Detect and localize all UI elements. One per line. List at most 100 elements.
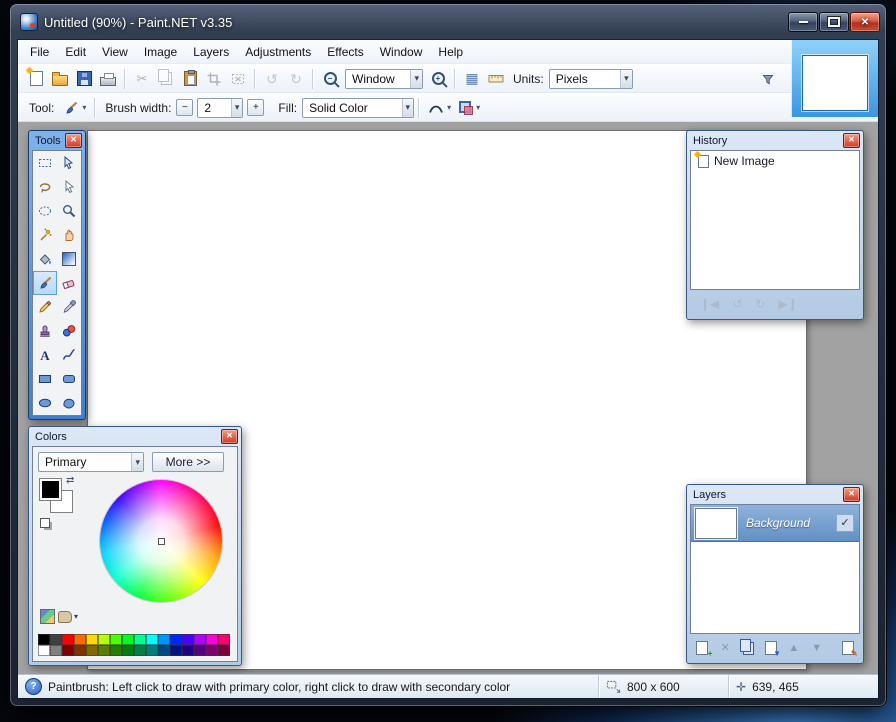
tool-line-curve[interactable] [57,343,81,367]
history-undo-button[interactable]: ↺ [732,298,742,310]
palette-swatch[interactable] [74,645,86,656]
menu-item-edit[interactable]: Edit [57,42,94,62]
palette-swatch[interactable] [122,645,134,656]
palette-swatch[interactable] [206,645,218,656]
more-button[interactable]: More >> [152,452,224,472]
copy-button[interactable] [154,68,178,90]
crop-button[interactable] [202,68,226,90]
tool-move-selected-pixels[interactable] [57,151,81,175]
palette-swatch[interactable] [50,645,62,656]
palette-swatch[interactable] [38,634,50,645]
palette-swatch[interactable] [182,634,194,645]
palette-menu-button[interactable]: ▾ [58,611,78,623]
history-fast-forward-button[interactable]: ▶❙ [778,298,797,310]
tool-paintbrush[interactable] [33,271,57,295]
palette-swatch[interactable] [206,634,218,645]
delete-layer-button[interactable]: ✕ [718,640,733,656]
menu-item-layers[interactable]: Layers [185,42,237,62]
move-layer-down-button[interactable]: ▼ [809,640,824,656]
palette-swatch[interactable] [134,645,146,656]
history-item-new-image[interactable]: New Image [691,151,859,171]
palette-swatch[interactable] [146,634,158,645]
color-target-select[interactable]: Primary▾ [38,452,144,472]
palette-swatch[interactable] [110,645,122,656]
print-button[interactable] [96,68,120,90]
tool-lasso-select[interactable] [33,175,57,199]
tools-palette-close-button[interactable]: ✕ [65,133,82,148]
zoom-out-button[interactable]: − [318,68,342,90]
open-button[interactable] [48,68,72,90]
tool-rounded-rectangle[interactable] [57,367,81,391]
ruler-toggle-button[interactable] [484,68,508,90]
units-select[interactable]: Pixels▾ [549,69,633,89]
cut-button[interactable]: ✂ [130,68,154,90]
zoom-in-button[interactable]: + [426,68,450,90]
move-layer-up-button[interactable]: ▲ [786,640,801,656]
tool-pan[interactable] [57,223,81,247]
add-layer-button[interactable]: + [695,640,710,656]
palette-swatch[interactable] [110,634,122,645]
tool-rectangle[interactable] [33,367,57,391]
menu-item-file[interactable]: File [22,42,57,62]
menu-item-effects[interactable]: Effects [319,42,371,62]
undo-button[interactable]: ↺ [260,68,284,90]
duplicate-layer-button[interactable] [741,640,756,656]
menu-item-image[interactable]: Image [136,42,185,62]
palette-swatch[interactable] [182,645,194,656]
palette-swatch[interactable] [62,634,74,645]
tool-select[interactable]: ▾ [59,97,90,119]
history-redo-button[interactable]: ↻ [755,298,765,310]
palette-swatch[interactable] [146,645,158,656]
brush-width-increase-button[interactable]: + [247,99,264,116]
color-wheel[interactable] [100,480,222,602]
palette-swatch[interactable] [170,645,182,656]
menu-item-adjustments[interactable]: Adjustments [237,42,319,62]
paste-button[interactable] [178,68,202,90]
palette-swatch[interactable] [86,634,98,645]
primary-color-swatch[interactable] [39,478,62,501]
redo-button[interactable]: ↻ [284,68,308,90]
menu-item-view[interactable]: View [94,42,136,62]
palette-swatch[interactable] [218,645,230,656]
colors-palette-close-button[interactable]: ✕ [221,429,238,444]
tool-eraser[interactable] [57,271,81,295]
history-rewind-button[interactable]: ❙◀ [700,298,719,310]
palette-swatch[interactable] [158,634,170,645]
swap-colors-icon[interactable]: ⇄ [66,475,74,486]
tool-freeform-shape[interactable] [57,391,81,415]
maximize-button[interactable] [819,12,849,32]
palette-swatch[interactable] [122,634,134,645]
tool-zoom[interactable] [57,199,81,223]
palette-swatch[interactable] [86,645,98,656]
tool-paint-bucket[interactable] [33,247,57,271]
palette-swatch[interactable] [98,645,110,656]
tool-color-picker[interactable] [57,295,81,319]
brush-width-select[interactable]: 2▾ [197,98,243,118]
palette-swatch[interactable] [98,634,110,645]
palette-swatch[interactable] [50,634,62,645]
palette-swatch[interactable] [194,645,206,656]
minimize-button[interactable] [788,12,818,32]
palette-swatch[interactable] [158,645,170,656]
layers-palette-close-button[interactable]: ✕ [843,487,860,502]
palette-swatch[interactable] [134,634,146,645]
image-thumbnail[interactable] [802,55,868,111]
history-palette-close-button[interactable]: ✕ [843,133,860,148]
tool-ellipse-select[interactable] [33,199,57,223]
titlebar[interactable]: Untitled (90%) - Paint.NET v3.35 ✕ [10,4,886,38]
menu-item-window[interactable]: Window [372,42,431,62]
menu-item-help[interactable]: Help [430,42,471,62]
palette-swatch[interactable] [170,634,182,645]
tool-move-selection[interactable] [57,175,81,199]
layer-visibility-checkbox[interactable]: ✓ [836,514,854,532]
tool-clone-stamp[interactable] [33,319,57,343]
reset-colors-icon[interactable] [40,518,50,528]
palette-swatch[interactable] [218,634,230,645]
close-button[interactable]: ✕ [850,12,880,32]
tool-gradient[interactable] [57,247,81,271]
palette-swatch[interactable] [38,645,50,656]
antialiasing-select[interactable]: ▾ [424,97,455,119]
zoom-mode-select[interactable]: Window▾ [345,69,423,89]
tool-text[interactable]: A [33,343,57,367]
tool-pencil[interactable] [33,295,57,319]
